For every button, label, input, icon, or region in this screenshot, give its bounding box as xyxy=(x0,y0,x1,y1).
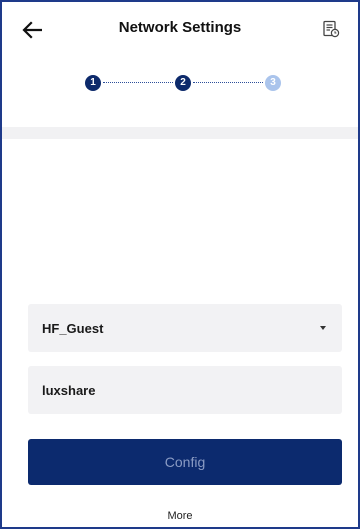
step-indicator-1: 1 xyxy=(85,75,101,91)
app-frame: Network Settings 1 2 3 HF_Guest Config M… xyxy=(0,0,360,529)
wifi-password-field[interactable] xyxy=(28,366,342,414)
step-indicator-3: 3 xyxy=(265,75,281,91)
caret-down-icon xyxy=(320,326,326,330)
step-connector-1 xyxy=(103,82,173,83)
more-link[interactable]: More xyxy=(2,510,358,522)
page-title: Network Settings xyxy=(118,19,242,36)
wifi-password-input[interactable] xyxy=(42,382,328,398)
wifi-ssid-select[interactable]: HF_Guest xyxy=(28,304,342,352)
step-connector-2 xyxy=(193,82,263,83)
config-button[interactable]: Config xyxy=(28,439,342,485)
section-divider xyxy=(2,127,358,139)
step-indicator-2: 2 xyxy=(175,75,191,91)
progress-stepper: 1 2 3 xyxy=(82,75,282,91)
wifi-ssid-value: HF_Guest xyxy=(42,320,104,336)
top-bar: Network Settings xyxy=(2,2,358,56)
document-clock-icon xyxy=(323,20,340,38)
log-button[interactable] xyxy=(318,16,344,42)
